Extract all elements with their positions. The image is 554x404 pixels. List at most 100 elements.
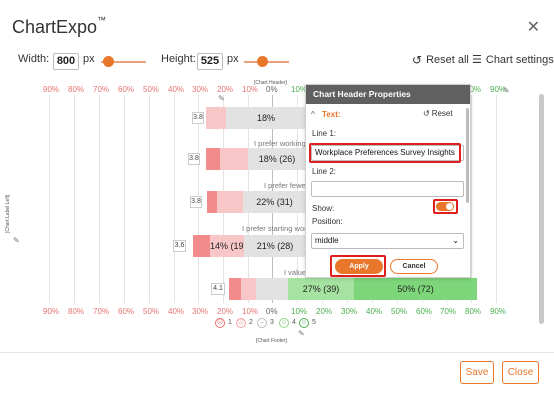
sad-face-icon: ☹ bbox=[236, 318, 246, 328]
percent-tick-label: 10% bbox=[242, 85, 259, 94]
chart-footer-label[interactable]: [Chart Footer] bbox=[256, 338, 287, 344]
grid-line bbox=[49, 95, 50, 303]
percent-tick-label: 50% bbox=[391, 307, 408, 316]
bar-segment-negative-strong bbox=[193, 235, 210, 257]
percent-tick-label: 80% bbox=[465, 307, 482, 316]
edit-pencil-icon[interactable]: ✎ bbox=[218, 94, 225, 103]
panel-reset-button[interactable]: ↺ Reset bbox=[423, 109, 453, 118]
highlight-box bbox=[309, 143, 461, 163]
grid-line bbox=[471, 95, 472, 303]
percent-tick-label: 40% bbox=[168, 85, 185, 94]
apply-button[interactable]: Apply bbox=[335, 259, 383, 274]
position-select-value: middle bbox=[315, 236, 339, 245]
chevron-down-icon: ⌄ bbox=[452, 236, 459, 245]
grid-line bbox=[74, 95, 75, 303]
bar-segment-negative: 14% (19) bbox=[210, 235, 244, 257]
percent-tick-label: 80% bbox=[68, 307, 85, 316]
position-select[interactable]: middle ⌄ bbox=[311, 233, 464, 249]
panel-title: Chart Header Properties bbox=[306, 85, 470, 104]
line2-input[interactable] bbox=[311, 181, 464, 197]
grid-line bbox=[124, 95, 125, 303]
percent-tick-label: 70% bbox=[93, 85, 110, 94]
percent-tick-label: 60% bbox=[118, 85, 135, 94]
percent-tick-label: 0% bbox=[266, 85, 278, 94]
legend-number: 2 bbox=[249, 319, 253, 326]
edit-pencil-icon[interactable]: ✎ bbox=[298, 329, 305, 338]
line1-label: Line 1: bbox=[312, 129, 337, 138]
bar-segment-negative bbox=[217, 191, 243, 213]
bar-segment-negative-strong bbox=[206, 148, 220, 170]
show-label: Show: bbox=[312, 204, 335, 213]
chevron-up-icon[interactable]: ^ bbox=[311, 110, 315, 119]
percent-tick-label: 90% bbox=[490, 307, 507, 316]
close-button[interactable]: Close bbox=[502, 361, 539, 384]
legend-number: 1 bbox=[228, 319, 232, 326]
row-score: 3.6 bbox=[173, 240, 186, 252]
bar-segment-negative bbox=[220, 148, 248, 170]
percent-tick-label: 90% bbox=[43, 307, 60, 316]
row-score: 4.1 bbox=[211, 283, 225, 295]
percent-tick-label: 50% bbox=[143, 85, 160, 94]
highlight-box bbox=[433, 199, 458, 214]
question-label: I prefer starting work bbox=[242, 224, 311, 233]
text-section-label[interactable]: Text: bbox=[322, 110, 341, 119]
percent-tick-label: 30% bbox=[192, 307, 209, 316]
grid-line bbox=[149, 95, 150, 303]
percent-tick-label: 70% bbox=[93, 307, 110, 316]
position-label: Position: bbox=[312, 217, 343, 226]
chart-header-label[interactable]: [Chart Header] bbox=[254, 80, 287, 86]
percent-tick-label: 40% bbox=[168, 307, 185, 316]
percent-tick-label: 50% bbox=[143, 307, 160, 316]
edit-pencil-icon[interactable]: ✎ bbox=[503, 86, 510, 95]
very-happy-face-icon: ☺ bbox=[299, 318, 309, 328]
percent-tick-label: 20% bbox=[316, 307, 333, 316]
cancel-button[interactable]: Cancel bbox=[390, 259, 438, 274]
bar-segment-neutral bbox=[256, 278, 288, 300]
legend-number: 3 bbox=[270, 319, 274, 326]
bar-segment-positive: 27% (39) bbox=[288, 278, 354, 300]
grid-line bbox=[174, 95, 175, 303]
percent-tick-label: 40% bbox=[366, 307, 383, 316]
bar-segment-neutral: 18% bbox=[226, 107, 306, 129]
percent-tick-label: 60% bbox=[118, 307, 135, 316]
chart-label-left[interactable]: [Chart Label Left] bbox=[5, 195, 11, 233]
neutral-face-icon: – bbox=[257, 318, 267, 328]
bar-segment-neutral: 18% (26) bbox=[248, 148, 306, 170]
question-label: I prefer working r bbox=[254, 139, 311, 148]
percent-tick-label: 70% bbox=[440, 307, 457, 316]
percent-tick-label: 30% bbox=[192, 85, 209, 94]
percent-tick-label: 20% bbox=[217, 85, 234, 94]
line2-label: Line 2: bbox=[312, 167, 337, 176]
percent-tick-label: 60% bbox=[416, 307, 433, 316]
bar-segment-negative bbox=[241, 278, 256, 300]
happy-face-icon: ☺ bbox=[279, 318, 289, 328]
chart-scrollbar[interactable] bbox=[539, 94, 544, 324]
grid-line bbox=[99, 95, 100, 303]
percent-tick-label: 0% bbox=[266, 307, 278, 316]
save-button[interactable]: Save bbox=[460, 361, 494, 384]
percent-tick-label: 90% bbox=[43, 85, 60, 94]
edit-pencil-icon[interactable]: ✎ bbox=[13, 236, 20, 245]
row-score: 3.8 bbox=[192, 112, 204, 124]
question-label: I value bbox=[284, 268, 307, 277]
bar-segment-positive-strong: 50% (72) bbox=[354, 278, 477, 300]
bar-segment-neutral: 21% (28) bbox=[244, 235, 306, 257]
reset-icon: ↺ bbox=[423, 109, 430, 118]
bar-segment-negative-strong bbox=[229, 278, 241, 300]
percent-tick-label: 10% bbox=[291, 307, 308, 316]
row-score: 3.8 bbox=[190, 196, 202, 208]
percent-tick-label: 80% bbox=[68, 85, 85, 94]
bar-segment-negative-strong bbox=[207, 191, 217, 213]
footer-divider bbox=[0, 352, 554, 353]
grid-line bbox=[496, 95, 497, 303]
percent-tick-label: 30% bbox=[341, 307, 358, 316]
question-label: I prefer fewer bbox=[264, 181, 309, 190]
legend-number: 5 bbox=[312, 319, 316, 326]
percent-tick-label: 10% bbox=[242, 307, 259, 316]
row-score: 3.8 bbox=[188, 153, 200, 165]
legend-number: 4 bbox=[292, 319, 296, 326]
panel-reset-label: Reset bbox=[431, 109, 453, 118]
bar-segment-neutral: 22% (31) bbox=[243, 191, 306, 213]
panel-scrollbar[interactable] bbox=[466, 108, 469, 203]
bar-segment-negative bbox=[206, 107, 226, 129]
